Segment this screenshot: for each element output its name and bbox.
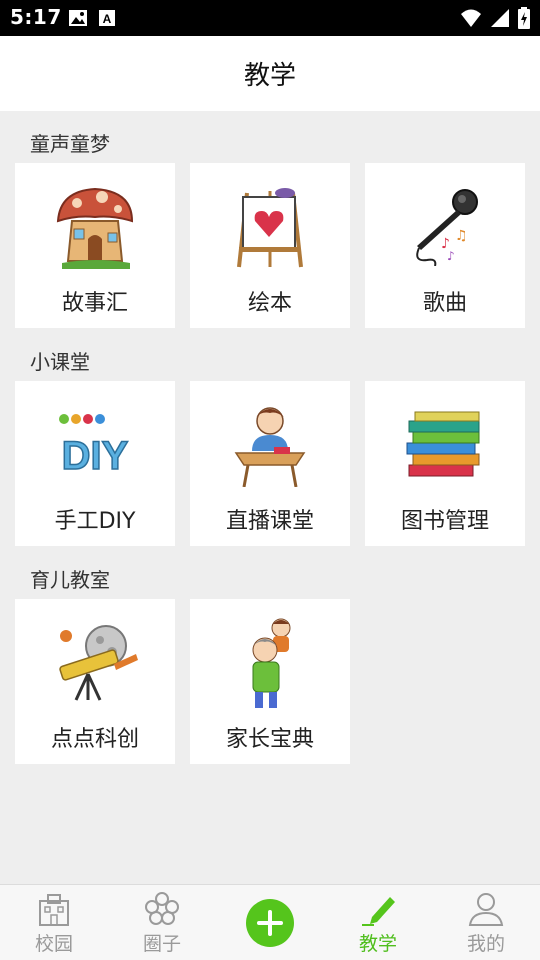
book-stack-icon [400, 396, 490, 491]
pencil-icon [362, 897, 395, 926]
card-label: 手工DIY [54, 509, 136, 534]
card-label: 故事汇 [61, 291, 128, 316]
card-science[interactable]: 点点科创 [15, 599, 175, 764]
nav-label: 校园 [34, 933, 73, 955]
add-icon[interactable] [246, 899, 294, 947]
card-parent-guide[interactable]: 家长宝典 [190, 599, 350, 764]
person-icon [468, 893, 504, 926]
status-system-icons [460, 7, 530, 29]
card-label: 点点科创 [50, 727, 139, 752]
card-label: 直播课堂 [225, 509, 314, 534]
status-time: 5:17 [10, 5, 62, 29]
nav-item-circle[interactable]: 圈子 [108, 885, 216, 960]
telescope-icon [50, 614, 140, 709]
svg-text:A: A [103, 12, 112, 26]
font-notification-icon: A [99, 10, 115, 26]
nav-item-campus[interactable]: 校园 [0, 885, 108, 960]
nav-item-teaching[interactable]: 教学 [324, 885, 432, 960]
section-title-tongsheng: 童声童梦 [30, 132, 110, 156]
svg-text:♫: ♫ [455, 228, 468, 244]
mushroom-house-icon [50, 178, 140, 273]
wifi-icon [461, 9, 481, 27]
card-label: 家长宝典 [225, 727, 314, 752]
section-title-xiaoketang: 小课堂 [30, 350, 90, 374]
school-building-icon [39, 894, 69, 926]
card-diy[interactable]: DIY 手工DIY [15, 381, 175, 546]
card-live-class[interactable]: 直播课堂 [190, 381, 350, 546]
battery-icon [518, 7, 530, 29]
page-header: 教学 [0, 36, 540, 111]
diy-icon: DIY [50, 396, 140, 491]
card-label: 图书管理 [400, 509, 489, 534]
nav-label: 教学 [358, 933, 397, 955]
signal-icon [491, 9, 509, 27]
status-notification-icons: A [68, 9, 116, 27]
parent-child-icon [225, 614, 315, 709]
flower-circle-icon [145, 892, 179, 925]
nav-label: 圈子 [142, 933, 181, 955]
nav-label: 我的 [466, 933, 505, 955]
diy-art-text: DIY [62, 434, 129, 478]
student-desk-icon [225, 396, 315, 491]
image-notification-icon [69, 10, 87, 26]
nav-item-mine[interactable]: 我的 [432, 885, 540, 960]
card-library[interactable]: 图书管理 [365, 381, 525, 546]
card-picture-book[interactable]: 绘本 [190, 163, 350, 328]
card-label: 绘本 [247, 291, 292, 316]
section-title-yuer: 育儿教室 [30, 568, 110, 592]
easel-icon [225, 178, 315, 273]
card-label: 歌曲 [422, 291, 467, 316]
svg-text:♪: ♪ [447, 249, 455, 263]
card-story[interactable]: 故事汇 [15, 163, 175, 328]
status-bar: 5:17 A [0, 0, 540, 36]
card-songs[interactable]: ♪ ♫ ♪ 歌曲 [365, 163, 525, 328]
bottom-nav: 校园 圈子 教学 我的 [0, 884, 540, 960]
microphone-icon: ♪ ♫ ♪ [400, 178, 490, 273]
page-title: 教学 [243, 61, 296, 91]
